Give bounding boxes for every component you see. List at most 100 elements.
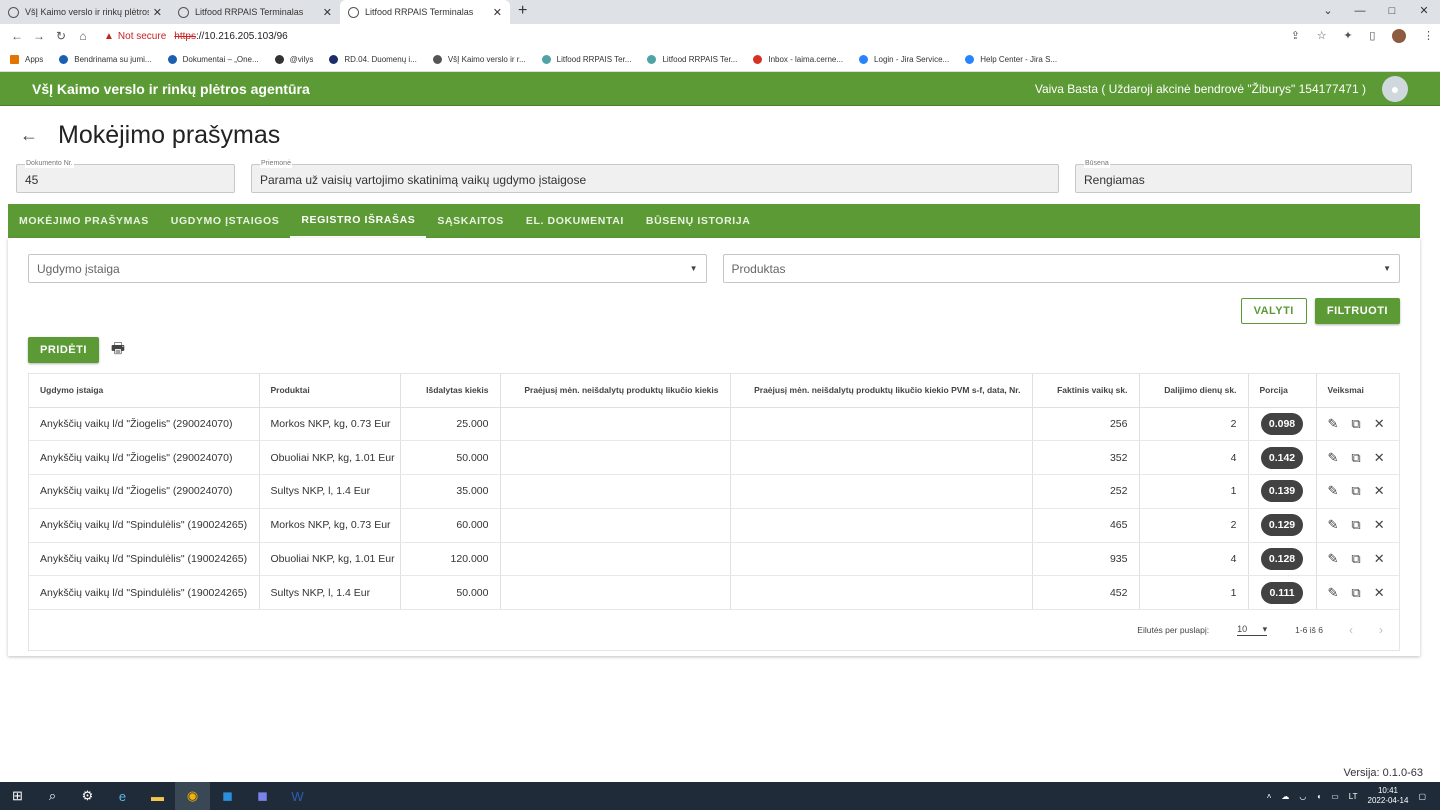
word-icon[interactable]: W	[280, 782, 315, 810]
chrome-icon[interactable]: ◉	[175, 782, 210, 810]
menu-icon[interactable]: ⋮	[1423, 30, 1434, 42]
bookmark[interactable]: Bendrinama su jumi...	[59, 55, 152, 64]
search-icon[interactable]: ⌕	[35, 782, 70, 810]
edge-icon[interactable]: e	[105, 782, 140, 810]
institution-select[interactable]: Ugdymo įstaiga ▼	[28, 254, 707, 283]
browser-tab-2[interactable]: Litfood RRPAIS Terminalas ✕	[340, 0, 510, 24]
tab-search-icon[interactable]: ⌄	[1312, 0, 1344, 24]
table-row[interactable]: Anykščių vaikų l/d "Žiogelis" (290024070…	[29, 407, 1399, 442]
edit-icon[interactable]: ✎	[1328, 416, 1339, 432]
bookmark[interactable]: Help Center - Jira S...	[965, 55, 1057, 64]
bookmark-apps[interactable]: Apps	[10, 55, 43, 64]
close-window-icon[interactable]: ✕	[1408, 0, 1440, 24]
forward-icon[interactable]: →	[28, 29, 50, 43]
delete-icon[interactable]: ✕	[1374, 585, 1385, 601]
share-icon[interactable]: ⇪	[1291, 30, 1300, 42]
table-row[interactable]: Anykščių vaikų l/d "Spindulėlis" (190024…	[29, 542, 1399, 577]
close-tab-icon[interactable]: ✕	[323, 6, 332, 19]
edit-icon[interactable]: ✎	[1328, 483, 1339, 499]
tab-payment-request[interactable]: MOKĖJIMO PRAŠYMAS	[8, 204, 160, 238]
column-header[interactable]: Išdalytas kiekis	[400, 374, 501, 408]
delete-icon[interactable]: ✕	[1374, 416, 1385, 432]
url-field[interactable]: ▲ Not secure https://10.216.205.103/96	[104, 31, 1277, 42]
bookmark[interactable]: @vilys	[274, 55, 313, 64]
profile-avatar[interactable]	[1392, 29, 1407, 44]
clock[interactable]: 10:41 2022-04-14	[1368, 786, 1409, 806]
edit-icon[interactable]: ✎	[1328, 450, 1339, 466]
bookmark[interactable]: Litfood RRPAIS Ter...	[647, 55, 737, 64]
column-header[interactable]: Praėjusį mėn. neišdalytų produktų likuči…	[500, 374, 731, 408]
edit-icon[interactable]: ✎	[1328, 585, 1339, 601]
copy-icon[interactable]: ⧉	[1351, 416, 1360, 432]
back-arrow-icon[interactable]: ←	[20, 125, 38, 146]
notifications-icon[interactable]: ▢	[1418, 792, 1426, 801]
filter-button[interactable]: FILTRUOTI	[1314, 298, 1400, 324]
minimize-icon[interactable]: —	[1344, 0, 1376, 24]
table-row[interactable]: Anykščių vaikų l/d "Žiogelis" (290024070…	[29, 474, 1399, 509]
volume-icon[interactable]: ◖	[1316, 792, 1321, 801]
portion-chip: 0.139	[1260, 480, 1304, 503]
table-row[interactable]: Anykščių vaikų l/d "Spindulėlis" (190024…	[29, 575, 1399, 611]
back-icon[interactable]: ←	[6, 29, 28, 43]
tab-status-history[interactable]: BŪSENŲ ISTORIJA	[635, 204, 762, 238]
network-icon[interactable]: ◡	[1299, 792, 1306, 801]
bookmark[interactable]: RD.04. Duomenų i...	[329, 55, 417, 64]
browser-tab-1[interactable]: Litfood RRPAIS Terminalas ✕	[170, 0, 340, 24]
print-icon[interactable]: 🖶	[111, 338, 125, 363]
extensions-icon[interactable]: ✦	[1343, 30, 1352, 42]
tab-e-documents[interactable]: EL. DOKUMENTAI	[515, 204, 635, 238]
copy-icon[interactable]: ⧉	[1351, 450, 1360, 466]
column-header[interactable]: Faktinis vaikų sk.	[1032, 374, 1140, 408]
product-select[interactable]: Produktas ▼	[722, 254, 1400, 283]
browser-tab-0[interactable]: VšĮ Kaimo verslo ir rinkų plėtros a ✕	[0, 0, 170, 24]
delete-icon[interactable]: ✕	[1374, 450, 1385, 466]
battery-icon[interactable]: ▭	[1331, 792, 1339, 801]
file-explorer-icon[interactable]: ▬	[140, 782, 175, 810]
portion-chip: 0.098	[1260, 412, 1304, 435]
close-tab-icon[interactable]: ✕	[153, 6, 162, 19]
edit-icon[interactable]: ✎	[1328, 551, 1339, 567]
language-indicator[interactable]: LT	[1349, 792, 1358, 801]
tab-invoices[interactable]: SĄSKAITOS	[426, 204, 514, 238]
copy-icon[interactable]: ⧉	[1351, 517, 1360, 533]
maximize-icon[interactable]: □	[1376, 0, 1408, 24]
home-icon[interactable]: ⌂	[72, 29, 94, 43]
delete-icon[interactable]: ✕	[1374, 483, 1385, 499]
edit-icon[interactable]: ✎	[1328, 517, 1339, 533]
reload-icon[interactable]: ↻	[50, 29, 72, 43]
teams-icon[interactable]: ◼	[245, 782, 280, 810]
outlook-icon[interactable]: ◼	[210, 782, 245, 810]
tab-institutions[interactable]: UGDYMO ĮSTAIGOS	[160, 204, 291, 238]
clear-button[interactable]: VALYTI	[1240, 298, 1307, 324]
next-page-icon[interactable]: ›	[1379, 623, 1383, 637]
star-icon[interactable]: ☆	[1317, 30, 1327, 42]
copy-icon[interactable]: ⧉	[1351, 551, 1360, 567]
copy-icon[interactable]: ⧉	[1351, 483, 1360, 499]
table-row[interactable]: Anykščių vaikų l/d "Spindulėlis" (190024…	[29, 508, 1399, 543]
onedrive-tray-icon[interactable]: ☁	[1281, 792, 1289, 801]
close-tab-icon[interactable]: ✕	[493, 6, 502, 19]
delete-icon[interactable]: ✕	[1374, 517, 1385, 533]
column-header[interactable]: Praėjusį mėn. neišdalytų produktų likuči…	[730, 374, 1033, 408]
windows-start-icon[interactable]: ⊞	[0, 782, 35, 810]
rows-per-page-select[interactable]: 10 ▾	[1237, 624, 1268, 637]
prev-page-icon[interactable]: ‹	[1349, 623, 1353, 637]
tray-chevron-icon[interactable]: ˄	[1267, 792, 1272, 801]
user-avatar-icon[interactable]: ●	[1382, 75, 1408, 102]
table-row[interactable]: Anykščių vaikų l/d "Žiogelis" (290024070…	[29, 440, 1399, 476]
bookmark[interactable]: Inbox - laima.cerne...	[753, 55, 843, 64]
bookmark[interactable]: Dokumentai – „One...	[167, 55, 259, 64]
column-header[interactable]: Dalijimo dienų sk.	[1139, 374, 1249, 408]
add-button[interactable]: PRIDĖTI	[28, 337, 99, 363]
bookmark[interactable]: Login - Jira Service...	[859, 55, 949, 64]
new-tab-button[interactable]: +	[518, 2, 527, 20]
tab-register-extract[interactable]: REGISTRO IŠRAŠAS	[290, 204, 427, 238]
bookmark[interactable]: Litfood RRPAIS Ter...	[541, 55, 631, 64]
column-header[interactable]: Produktai	[259, 374, 401, 408]
settings-app-icon[interactable]: ⚙	[70, 782, 105, 810]
copy-icon[interactable]: ⧉	[1351, 585, 1360, 601]
column-header[interactable]: Ugdymo įstaiga	[29, 374, 260, 408]
sidepanel-icon[interactable]: ▯	[1369, 30, 1375, 42]
bookmark[interactable]: VšĮ Kaimo verslo ir r...	[432, 55, 526, 64]
delete-icon[interactable]: ✕	[1374, 551, 1385, 567]
